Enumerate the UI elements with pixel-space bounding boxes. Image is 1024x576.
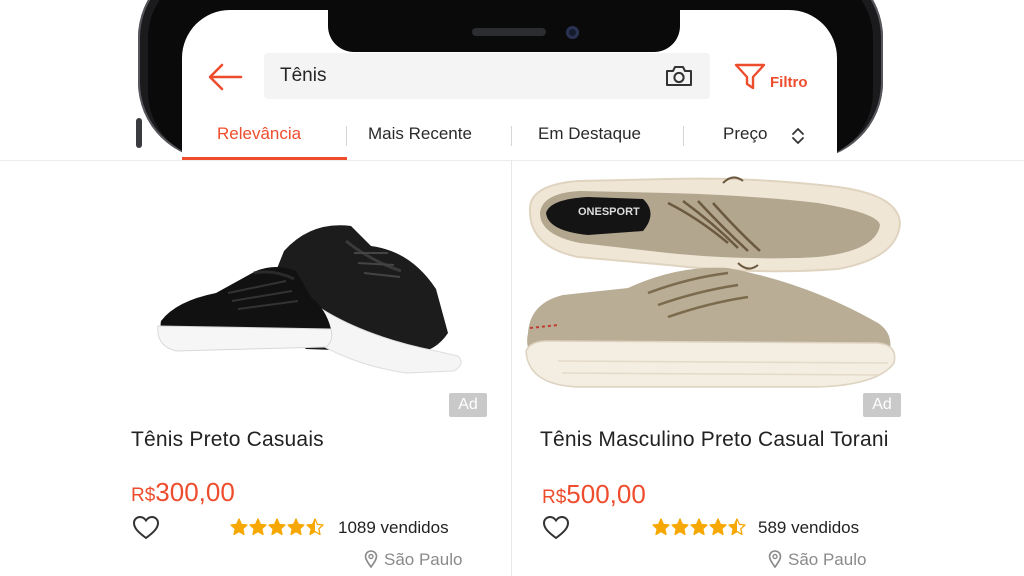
- star-icon: [230, 518, 248, 536]
- tab-relevancia[interactable]: Relevância: [217, 124, 301, 144]
- tab-separator: [511, 126, 512, 146]
- svg-text:ONESPORT: ONESPORT: [578, 206, 640, 218]
- location-pin-icon: [768, 550, 782, 569]
- location-pin-icon: [364, 550, 378, 569]
- phone-notch: [328, 0, 680, 52]
- image-search-button[interactable]: [664, 64, 694, 88]
- sold-count: 1089 vendidos: [338, 518, 449, 537]
- product-location: São Paulo: [768, 550, 866, 570]
- tab-em-destaque[interactable]: Em Destaque: [538, 124, 641, 144]
- camera-icon: [666, 66, 692, 86]
- sort-chevrons-icon[interactable]: [791, 127, 805, 145]
- tab-mais-recente[interactable]: Mais Recente: [368, 124, 472, 144]
- product-price: R$500,00: [542, 479, 646, 510]
- product-image: [157, 225, 462, 374]
- sold-count: 589 vendidos: [758, 518, 860, 537]
- product-location: São Paulo: [364, 550, 462, 570]
- product-price: R$300,00: [131, 477, 235, 508]
- phone-front-camera: [566, 26, 579, 39]
- tab-separator: [683, 126, 684, 146]
- ad-badge: Ad: [449, 393, 487, 417]
- price-value: 500,00: [566, 479, 646, 509]
- heart-icon: [542, 515, 570, 540]
- star-icon: [690, 518, 708, 536]
- search-query-text: Tênis: [280, 65, 327, 86]
- star-icon: [652, 518, 670, 536]
- ad-badge: Ad: [863, 393, 901, 417]
- price-currency: R$: [131, 485, 156, 506]
- price-currency: R$: [542, 487, 567, 508]
- filter-funnel-icon: [734, 63, 766, 90]
- price-value: 300,00: [155, 477, 235, 507]
- heart-icon: [132, 515, 160, 540]
- search-input[interactable]: Tênis: [264, 53, 710, 99]
- location-text: São Paulo: [788, 550, 867, 569]
- rating-stars: [230, 518, 324, 536]
- back-button[interactable]: [205, 60, 245, 94]
- favorite-button[interactable]: [542, 515, 570, 541]
- star-icon: [709, 518, 727, 536]
- product-card[interactable]: Ad Tênis Preto Casuais R$300,00 1089 ven…: [118, 161, 510, 576]
- phone-speaker: [472, 28, 546, 36]
- tab-preco[interactable]: Preço: [723, 124, 767, 144]
- sort-tabs: Relevância Mais Recente Em Destaque Preç…: [182, 112, 837, 160]
- favorite-button[interactable]: [132, 515, 160, 541]
- location-text: São Paulo: [384, 550, 463, 569]
- product-title: Tênis Masculino Preto Casual Torani: [540, 428, 889, 451]
- arrow-left-icon: [208, 63, 243, 91]
- star-icon: [268, 518, 286, 536]
- star-icon: [287, 518, 305, 536]
- star-icon: [306, 518, 324, 536]
- tab-separator: [346, 126, 347, 146]
- star-icon: [671, 518, 689, 536]
- filter-label: Filtro: [770, 74, 808, 91]
- rating-stars: [652, 518, 746, 536]
- phone-side-button: [136, 118, 142, 148]
- product-image: ONESPORT: [525, 176, 902, 388]
- star-icon: [728, 518, 746, 536]
- product-card[interactable]: ONESPORT Ad Tênis Masculino Preto Casual…: [512, 161, 912, 576]
- product-title: Tênis Preto Casuais: [131, 428, 324, 451]
- star-icon: [249, 518, 267, 536]
- filter-button[interactable]: Filtro: [734, 62, 824, 96]
